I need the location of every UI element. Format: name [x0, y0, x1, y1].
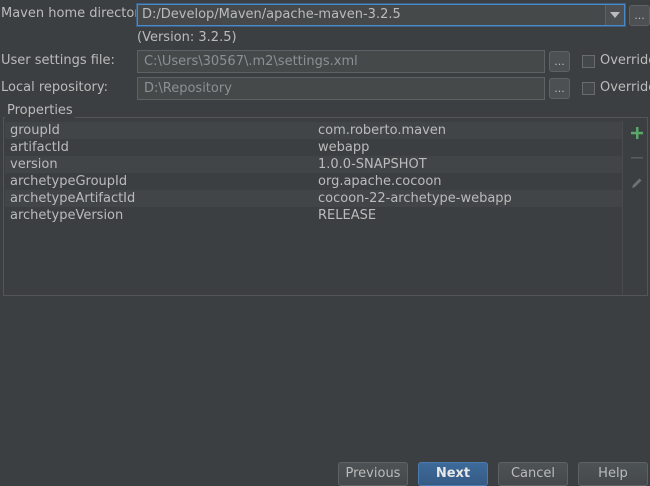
- maven-home-browse-button[interactable]: ...: [629, 5, 650, 26]
- local-repository-field[interactable]: [137, 77, 545, 100]
- local-repository-label: Local repository:: [1, 80, 108, 95]
- local-repository-override-label: Override: [600, 80, 650, 95]
- property-value: org.apache.cocoon: [318, 174, 442, 189]
- property-key: archetypeGroupId: [10, 174, 128, 189]
- property-value: cocoon-22-archetype-webapp: [318, 191, 512, 206]
- user-settings-field[interactable]: [137, 50, 545, 73]
- property-key: archetypeVersion: [10, 208, 124, 223]
- table-row[interactable]: artifactId webapp: [5, 139, 622, 156]
- previous-button[interactable]: Previous: [338, 462, 408, 486]
- plus-icon: [631, 127, 643, 139]
- maven-home-label-text: Maven home directory:: [1, 6, 151, 21]
- properties-title: Properties: [5, 103, 75, 118]
- user-settings-override-label: Override: [600, 53, 650, 68]
- table-row[interactable]: archetypeGroupId org.apache.cocoon: [5, 173, 622, 190]
- table-row[interactable]: version 1.0.0-SNAPSHOT: [5, 156, 622, 173]
- edit-property-button[interactable]: [627, 173, 647, 193]
- table-row[interactable]: archetypeArtifactId cocoon-22-archetype-…: [5, 190, 622, 207]
- next-button[interactable]: Next: [418, 462, 488, 486]
- property-key: artifactId: [10, 140, 69, 155]
- local-repository-browse-button[interactable]: ...: [549, 78, 570, 99]
- table-row[interactable]: groupId com.roberto.maven: [5, 122, 622, 139]
- help-button[interactable]: Help: [578, 462, 648, 486]
- maven-home-input[interactable]: [142, 7, 604, 23]
- user-settings-override-checkbox[interactable]: [582, 55, 595, 68]
- maven-version-text: (Version: 3.2.5): [137, 30, 237, 45]
- property-key: archetypeArtifactId: [10, 191, 136, 206]
- maven-home-combo[interactable]: [137, 4, 625, 26]
- table-row[interactable]: archetypeVersion RELEASE: [5, 207, 622, 224]
- property-value: webapp: [318, 140, 370, 155]
- property-value: RELEASE: [318, 208, 377, 223]
- user-settings-input[interactable]: [144, 54, 534, 70]
- remove-property-button[interactable]: [627, 148, 647, 168]
- local-repository-override-checkbox[interactable]: [582, 82, 595, 95]
- properties-table[interactable]: groupId com.roberto.maven artifactId web…: [5, 121, 622, 295]
- cancel-button[interactable]: Cancel: [498, 462, 568, 486]
- user-settings-label: User settings file:: [1, 53, 115, 68]
- properties-panel: groupId com.roberto.maven artifactId web…: [3, 117, 648, 296]
- minus-icon: [631, 157, 643, 159]
- toolbar-separator: [622, 121, 623, 295]
- chevron-down-icon: [610, 12, 620, 18]
- pencil-icon: [632, 178, 642, 188]
- user-settings-browse-button[interactable]: ...: [549, 51, 570, 72]
- local-repository-input[interactable]: [144, 81, 534, 97]
- property-key: groupId: [10, 123, 60, 138]
- property-key: version: [10, 157, 58, 172]
- property-value: com.roberto.maven: [318, 123, 447, 138]
- add-property-button[interactable]: [627, 123, 647, 143]
- maven-home-label: Maven home directory:: [1, 6, 151, 21]
- maven-home-dropdown-button[interactable]: [605, 5, 624, 25]
- property-value: 1.0.0-SNAPSHOT: [318, 157, 427, 172]
